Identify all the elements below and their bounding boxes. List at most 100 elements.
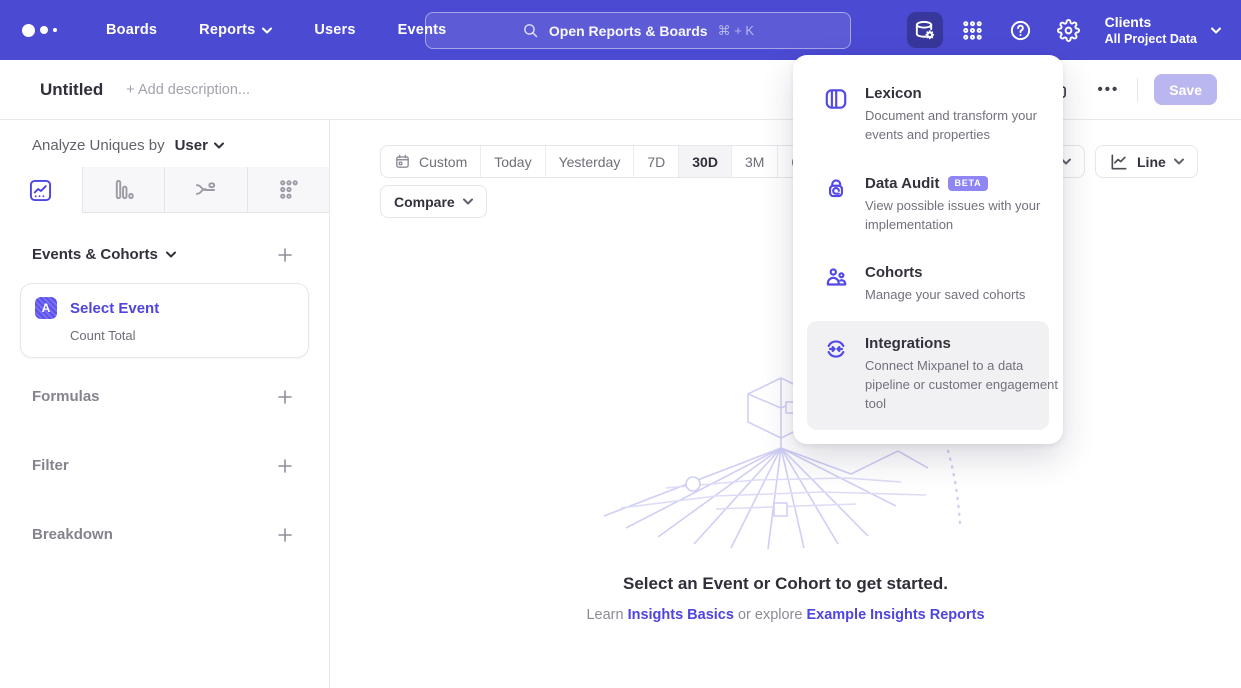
date-range-label: Custom <box>419 154 467 170</box>
chevron-down-icon <box>214 142 224 149</box>
date-range-label: Today <box>494 154 531 170</box>
bar-chart-tab-icon <box>112 178 135 201</box>
menu-item-cohorts[interactable]: Cohorts Manage your saved cohorts <box>807 250 1049 321</box>
select-event-button[interactable]: Select Event <box>70 300 159 317</box>
formulas-label: Formulas <box>32 388 100 405</box>
tab-metrics-grid[interactable] <box>247 167 330 213</box>
data-management-menu: Lexicon Document and transform your even… <box>793 55 1063 444</box>
metrics-tab-icon <box>277 178 300 201</box>
search-shortcut: ⌘ + K <box>718 23 755 39</box>
tab-bar-chart[interactable] <box>82 167 165 213</box>
header-actions: ••• Save <box>1046 74 1217 105</box>
mixpanel-logo[interactable] <box>22 24 68 37</box>
date-range-30d[interactable]: 30D <box>678 146 731 177</box>
formulas-section: Formulas <box>32 388 293 405</box>
explore-text: or explore <box>738 607 802 623</box>
date-range-label: 30D <box>692 154 718 170</box>
add-filter-button[interactable] <box>277 458 293 474</box>
filter-section: Filter <box>32 457 293 474</box>
analyze-value-dropdown[interactable]: User <box>175 137 208 154</box>
add-formula-button[interactable] <box>277 389 293 405</box>
chevron-down-icon <box>262 27 272 34</box>
add-event-button[interactable] <box>277 247 293 263</box>
analyze-uniques-row: Analyze Uniques by User <box>0 120 329 154</box>
mixpanel-insights-page: Boards Reports Users Events Open Reports… <box>0 0 1241 688</box>
primary-nav: Boards Reports Users Events <box>106 22 446 38</box>
data-management-button[interactable] <box>907 12 943 48</box>
chart-type-dropdown[interactable]: Line <box>1095 145 1198 178</box>
date-range-label: 3M <box>745 154 764 170</box>
beta-badge: BETA <box>948 176 987 191</box>
nav-item-boards[interactable]: Boards <box>106 22 157 38</box>
project-scope: All Project Data <box>1105 31 1197 47</box>
menu-item-title: Data Audit <box>865 175 939 192</box>
events-cohorts-toggle[interactable]: Events & Cohorts <box>32 246 176 263</box>
chevron-down-icon <box>463 198 473 205</box>
date-range-custom[interactable]: Custom <box>381 146 480 177</box>
menu-item-description: View possible issues with your implement… <box>865 197 1059 235</box>
nav-item-label: Reports <box>199 22 255 38</box>
menu-item-title: Lexicon <box>865 85 922 102</box>
menu-item-integrations[interactable]: Integrations Connect Mixpanel to a data … <box>807 321 1049 430</box>
compare-label: Compare <box>394 194 455 210</box>
menu-item-description: Connect Mixpanel to a data pipeline or c… <box>865 357 1059 414</box>
lexicon-icon <box>823 86 849 112</box>
events-cohorts-header: Events & Cohorts <box>32 246 293 263</box>
plus-icon <box>277 527 293 543</box>
top-navigation-bar: Boards Reports Users Events Open Reports… <box>0 0 1241 60</box>
menu-item-description: Manage your saved cohorts <box>865 286 1059 305</box>
compare-dropdown[interactable]: Compare <box>380 185 487 218</box>
more-options-button[interactable]: ••• <box>1098 81 1120 98</box>
insights-basics-link[interactable]: Insights Basics <box>628 607 734 623</box>
example-insights-reports-link[interactable]: Example Insights Reports <box>806 607 984 623</box>
help-icon <box>1009 19 1032 42</box>
project-name: Clients <box>1105 14 1197 31</box>
nav-item-reports[interactable]: Reports <box>199 22 272 38</box>
project-selector[interactable]: Clients All Project Data <box>1105 14 1221 47</box>
help-button[interactable] <box>1003 12 1039 48</box>
date-range-3m[interactable]: 3M <box>731 146 777 177</box>
plus-icon <box>277 458 293 474</box>
nav-item-label: Users <box>314 22 355 38</box>
empty-state-title: Select an Event or Cohort to get started… <box>623 574 948 594</box>
nav-item-label: Boards <box>106 22 157 38</box>
chevron-down-icon <box>1211 27 1221 34</box>
data-audit-icon <box>823 176 849 202</box>
menu-item-lexicon[interactable]: Lexicon Document and transform your even… <box>807 71 1049 161</box>
nav-right-cluster: Clients All Project Data <box>895 0 1221 60</box>
plus-icon <box>277 247 293 263</box>
add-breakdown-button[interactable] <box>277 527 293 543</box>
report-title[interactable]: Untitled <box>40 80 103 100</box>
line-chart-icon <box>1109 152 1129 172</box>
search-input[interactable]: Open Reports & Boards ⌘ + K <box>425 12 851 49</box>
learn-prefix: Learn <box>586 607 623 623</box>
divider <box>1137 78 1138 102</box>
add-description-field[interactable]: + Add description... <box>126 82 250 98</box>
line-chart-tab-icon <box>29 179 52 202</box>
save-button[interactable]: Save <box>1154 74 1217 105</box>
events-cohorts-label: Events & Cohorts <box>32 246 158 263</box>
gear-icon <box>1057 19 1080 42</box>
menu-item-title: Cohorts <box>865 264 923 281</box>
event-row-card[interactable]: A Select Event Count Total <box>20 283 309 358</box>
date-range-segmented-control: Custom Today Yesterday 7D 30D 3M 6M <box>380 145 825 178</box>
date-range-yesterday[interactable]: Yesterday <box>545 146 634 177</box>
tab-flow-chart[interactable] <box>164 167 247 213</box>
tab-insights-line[interactable] <box>0 167 82 213</box>
event-letter-badge: A <box>35 297 57 319</box>
apps-grid-button[interactable] <box>955 12 991 48</box>
menu-item-data-audit[interactable]: Data Audit BETA View possible issues wit… <box>807 161 1049 251</box>
settings-button[interactable] <box>1051 12 1087 48</box>
search-icon <box>522 22 539 39</box>
empty-state-subtitle: Learn Insights Basics or explore Example… <box>586 607 984 623</box>
calendar-icon <box>394 153 411 170</box>
event-aggregation-dropdown[interactable]: Count Total <box>70 328 294 343</box>
breakdown-label: Breakdown <box>32 526 113 543</box>
search-placeholder: Open Reports & Boards <box>549 23 708 39</box>
grid-dots-icon <box>961 19 984 42</box>
nav-item-users[interactable]: Users <box>314 22 355 38</box>
date-range-today[interactable]: Today <box>480 146 544 177</box>
chart-type-tabs <box>0 167 329 213</box>
integrations-icon <box>823 336 849 362</box>
date-range-7d[interactable]: 7D <box>633 146 678 177</box>
